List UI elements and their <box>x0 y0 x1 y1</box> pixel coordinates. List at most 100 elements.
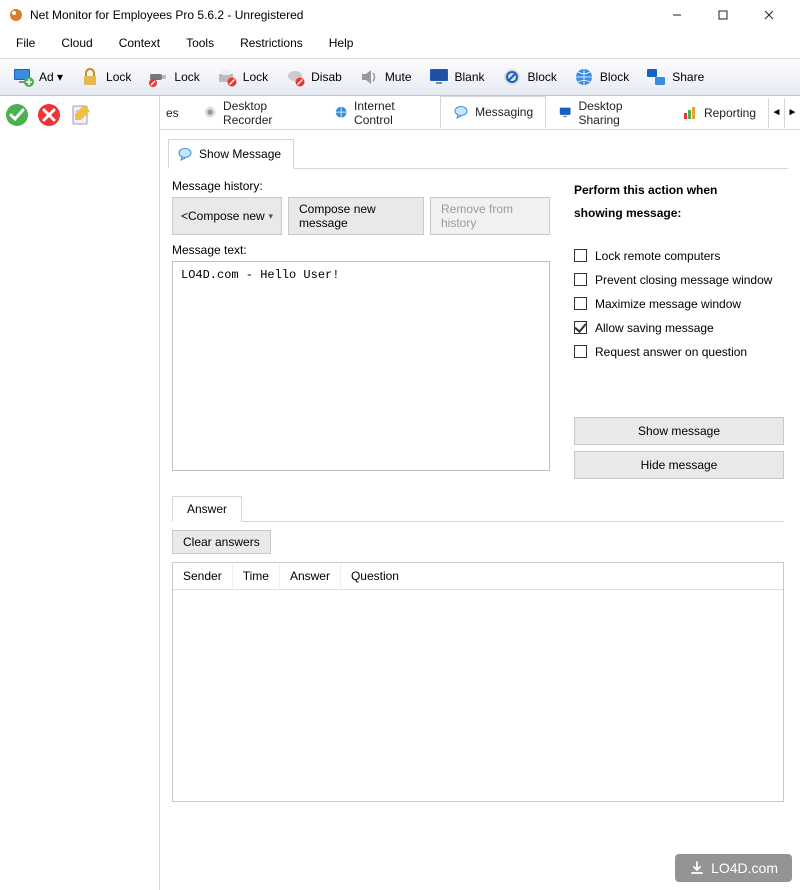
tab-desktop-recorder[interactable]: Desktop Recorder <box>191 96 322 129</box>
chart-icon <box>682 105 698 121</box>
toolbar-mute-label: Mute <box>385 70 412 84</box>
col-answer[interactable]: Answer <box>280 563 341 589</box>
clear-answers-button[interactable]: Clear answers <box>172 530 271 554</box>
answer-section: Answer Clear answers Sender Time Answer … <box>168 489 788 806</box>
menu-file[interactable]: File <box>12 34 39 52</box>
maximize-button[interactable] <box>700 1 746 29</box>
tab-scroll-left[interactable]: ◄ <box>768 98 784 128</box>
answer-tab[interactable]: Answer <box>172 496 242 522</box>
answer-table[interactable]: Sender Time Answer Question <box>172 562 784 802</box>
toolbar-lock-1[interactable]: Lock <box>71 61 139 93</box>
note-icon[interactable] <box>68 102 94 128</box>
action-heading-line2: showing message: <box>574 206 681 220</box>
tab-messaging-label: Messaging <box>475 105 533 119</box>
toolbar-share[interactable]: Share <box>637 61 712 93</box>
check-lock-remote[interactable]: Lock remote computers <box>574 249 784 263</box>
answer-body: Clear answers Sender Time Answer Questio… <box>172 522 784 802</box>
chevron-down-icon: ▾ <box>268 211 273 222</box>
check-prevent-close-label: Prevent closing message window <box>595 273 772 287</box>
tab-messaging[interactable]: Messaging <box>440 96 546 129</box>
watermark-text: LO4D.com <box>711 860 778 876</box>
message-text-input[interactable] <box>172 261 550 471</box>
checkbox-icon <box>574 297 587 310</box>
remove-history-button[interactable]: Remove from history <box>430 197 550 235</box>
check-prevent-close[interactable]: Prevent closing message window <box>574 273 784 287</box>
toolbar-lock-1-label: Lock <box>106 70 131 84</box>
sidebar <box>0 96 160 890</box>
mute-icon <box>358 66 380 88</box>
col-time[interactable]: Time <box>233 563 280 589</box>
action-buttons: Show message Hide message <box>574 417 784 479</box>
toolbar-disable[interactable]: Disab <box>276 61 350 93</box>
padlock-icon <box>79 66 101 88</box>
menu-context[interactable]: Context <box>115 34 164 52</box>
menu-help[interactable]: Help <box>325 34 358 52</box>
tab-partial[interactable]: es <box>160 96 191 129</box>
panel-body: Message history: <Compose new ▾ Compose … <box>168 169 788 489</box>
history-row: <Compose new ▾ Compose new message Remov… <box>172 197 550 235</box>
sub-tab-show-message[interactable]: Show Message <box>168 139 294 169</box>
minimize-button[interactable] <box>654 1 700 29</box>
tab-scroll: ◄ ► <box>768 98 800 128</box>
checkbox-checked-icon <box>574 321 587 334</box>
history-select[interactable]: <Compose new ▾ <box>172 197 282 235</box>
menu-tools[interactable]: Tools <box>182 34 218 52</box>
accept-icon[interactable] <box>4 102 30 128</box>
tab-desktop-sharing[interactable]: Desktop Sharing <box>546 96 670 129</box>
history-label: Message history: <box>172 179 550 193</box>
check-request-answer[interactable]: Request answer on question <box>574 345 784 359</box>
monitor-icon <box>428 66 450 88</box>
tab-reporting-label: Reporting <box>704 106 756 120</box>
toolbar-block-2[interactable]: Block <box>565 61 637 93</box>
toolbar-share-label: Share <box>672 70 704 84</box>
toolbar-add-label: Ad ▾ <box>39 70 63 84</box>
globe-small-icon <box>334 105 348 121</box>
show-message-button[interactable]: Show message <box>574 417 784 445</box>
toolbar-lock-3[interactable]: Lock <box>208 61 276 93</box>
menu-cloud[interactable]: Cloud <box>57 34 96 52</box>
compose-button[interactable]: Compose new message <box>288 197 424 235</box>
checkbox-icon <box>574 249 587 262</box>
disable-icon <box>284 66 306 88</box>
toolbar-lock-2[interactable]: Lock <box>139 61 207 93</box>
reject-icon[interactable] <box>36 102 62 128</box>
download-icon <box>689 860 705 876</box>
check-allow-save-label: Allow saving message <box>595 321 714 335</box>
toolbar-lock-3-label: Lock <box>243 70 268 84</box>
globe-icon <box>573 66 595 88</box>
tab-internet-control[interactable]: Internet Control <box>322 96 440 129</box>
check-request-answer-label: Request answer on question <box>595 345 747 359</box>
app-icon <box>8 7 24 23</box>
recorder-icon <box>203 105 217 121</box>
message-text-label: Message text: <box>172 243 550 257</box>
tab-partial-label: es <box>166 106 179 120</box>
toolbar-lock-2-label: Lock <box>174 70 199 84</box>
toolbar-block-1[interactable]: Block <box>493 61 565 93</box>
tab-internet-control-label: Internet Control <box>354 99 428 127</box>
close-button[interactable] <box>746 1 792 29</box>
toolbar-add[interactable]: Ad ▾ <box>4 61 71 93</box>
toolbar-blank[interactable]: Blank <box>420 61 493 93</box>
col-sender[interactable]: Sender <box>173 563 233 589</box>
check-maximize[interactable]: Maximize message window <box>574 297 784 311</box>
chat-small-icon <box>177 146 193 162</box>
tab-reporting[interactable]: Reporting <box>670 96 768 129</box>
action-column: Perform this action when showing message… <box>574 179 784 479</box>
window-title: Net Monitor for Employees Pro 5.6.2 - Un… <box>30 8 654 22</box>
monitor-small-icon <box>558 105 572 121</box>
menu-restrictions[interactable]: Restrictions <box>236 34 307 52</box>
tab-scroll-right[interactable]: ► <box>784 98 800 128</box>
share-icon <box>645 66 667 88</box>
tab-desktop-sharing-label: Desktop Sharing <box>578 99 657 127</box>
answer-tab-strip: Answer <box>172 495 784 522</box>
printer-lock-icon <box>216 66 238 88</box>
action-heading: Perform this action when showing message… <box>574 179 784 225</box>
check-maximize-label: Maximize message window <box>595 297 741 311</box>
watermark: LO4D.com <box>675 854 792 882</box>
toolbar-mute[interactable]: Mute <box>350 61 420 93</box>
col-question[interactable]: Question <box>341 563 783 589</box>
hide-message-button[interactable]: Hide message <box>574 451 784 479</box>
check-allow-save[interactable]: Allow saving message <box>574 321 784 335</box>
toolbar-blank-label: Blank <box>455 70 485 84</box>
checkbox-icon <box>574 345 587 358</box>
